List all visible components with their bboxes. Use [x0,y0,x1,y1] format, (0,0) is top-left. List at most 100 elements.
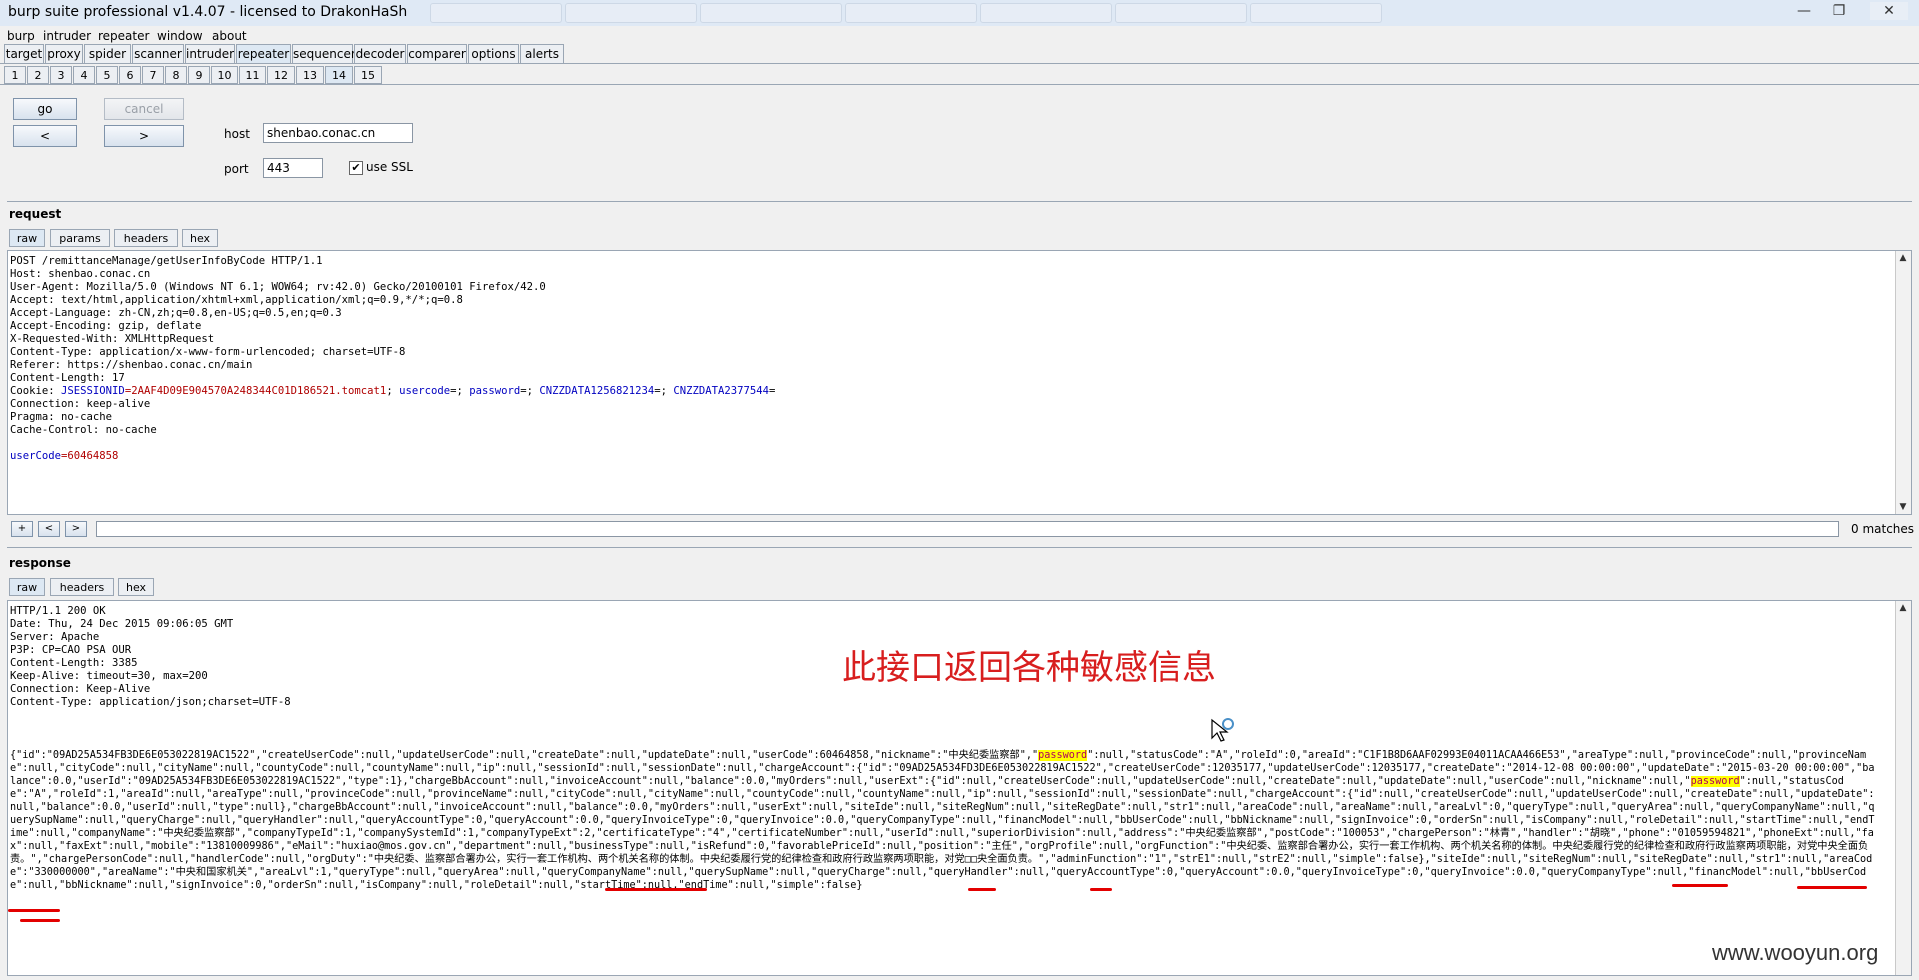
minimize-icon[interactable]: — [1790,2,1818,20]
cookie-value: =; [520,385,540,397]
request-text: POST /remittanceManage/getUserInfoByCode… [10,255,775,463]
response-line: Keep-Alive: timeout=30, max=200 [10,670,208,682]
request-tab-hex[interactable]: hex [182,229,218,247]
cookie-value: = [769,385,776,397]
request-body: userCode=60464858 [10,450,775,463]
response-line: Connection: Keep-Alive [10,683,151,695]
forward-button[interactable]: > [104,125,184,147]
redaction-mark [1672,884,1728,887]
request-tab-headers[interactable]: headers [114,229,178,247]
body-param-value: =60464858 [61,450,119,462]
redaction-mark [20,919,60,922]
response-body: {"id":"09AD25A534FB3DE6E053022819AC1522"… [10,749,1880,975]
repeater-tab-15[interactable]: 15 [354,66,382,84]
tab-alerts[interactable]: alerts [520,44,564,63]
tab-proxy[interactable]: proxy [45,44,83,63]
tab-repeater[interactable]: repeater [236,44,291,63]
response-scrollbar[interactable]: ▲ [1895,601,1911,975]
scroll-up-icon[interactable]: ▲ [1896,601,1910,615]
tab-divider [0,63,1919,64]
repeater-tab-9[interactable]: 9 [188,66,210,84]
tab-sequencer[interactable]: sequencer [292,44,356,63]
port-input[interactable]: 443 [263,158,323,178]
response-line: Date: Thu, 24 Dec 2015 09:06:05 GMT [10,618,234,630]
cookie-value: =; [450,385,470,397]
host-input[interactable]: shenbao.conac.cn [263,123,413,143]
request-editor[interactable]: POST /remittanceManage/getUserInfoByCode… [7,250,1912,515]
request-tab-raw[interactable]: raw [9,229,45,247]
request-line: Content-Type: application/x-www-form-url… [10,346,406,358]
search-prev-button[interactable]: < [38,521,60,537]
request-line: User-Agent: Mozilla/5.0 (Windows NT 6.1;… [10,281,546,293]
repeater-tab-3[interactable]: 3 [50,66,72,84]
request-line: Connection: keep-alive [10,398,151,410]
search-add-button[interactable]: + [11,521,33,537]
repeater-tab-6[interactable]: 6 [119,66,141,84]
repeater-tab-5[interactable]: 5 [96,66,118,84]
tab-intruder[interactable]: intruder [185,44,235,63]
search-match-count: 0 matches [1851,522,1915,536]
scroll-up-icon[interactable]: ▲ [1896,251,1910,265]
request-scrollbar[interactable]: ▲ ▼ [1895,251,1911,514]
close-icon[interactable]: ✕ [1870,2,1908,20]
request-line: Host: shenbao.conac.cn [10,268,151,280]
go-button[interactable]: go [13,98,77,120]
repeater-tab-7[interactable]: 7 [142,66,164,84]
background-browser-tab [430,3,562,23]
response-headers-text: HTTP/1.1 200 OK Date: Thu, 24 Dec 2015 09… [10,605,291,709]
tab-scanner[interactable]: scanner [132,44,184,63]
background-browser-tab [980,3,1112,23]
response-line: Content-Type: application/json;charset=U… [10,696,291,708]
tab-options[interactable]: options [468,44,519,63]
request-tab-params[interactable]: params [50,229,110,247]
search-next-button[interactable]: > [65,521,87,537]
cancel-button[interactable]: cancel [104,98,184,120]
back-button[interactable]: < [13,125,77,147]
request-line: Cache-Control: no-cache [10,424,157,436]
cookie-name: CNZZDATA1256821234 [539,385,655,397]
host-label: host [224,127,250,141]
response-tab-hex[interactable]: hex [118,578,154,596]
cookie-name: password [469,385,521,397]
menu-about[interactable]: about [212,29,247,43]
search-input[interactable] [96,521,1839,537]
response-tab-raw[interactable]: raw [9,578,45,596]
menu-window[interactable]: window [157,29,203,43]
scroll-down-icon[interactable]: ▼ [1896,500,1910,514]
tab-comparer[interactable]: comparer [407,44,467,63]
menu-intruder[interactable]: intruder [43,29,91,43]
cookie-prefix: Cookie: [10,385,62,397]
maximize-icon[interactable]: ❐ [1825,2,1853,20]
tab-decoder[interactable]: decoder [354,44,406,63]
request-line: X-Requested-With: XMLHttpRequest [10,333,215,345]
tab-target[interactable]: target [4,44,44,63]
repeater-tab-13[interactable]: 13 [296,66,324,84]
response-tab-headers[interactable]: headers [50,578,114,596]
repeater-tab-1[interactable]: 1 [4,66,26,84]
window-title: burp suite professional v1.4.07 - licens… [8,4,408,20]
repeater-tab-4[interactable]: 4 [73,66,95,84]
repeater-tab-14[interactable]: 14 [325,66,353,84]
repeater-tab-10[interactable]: 10 [211,66,238,84]
request-line: Pragma: no-cache [10,411,113,423]
annotation-text: 此接口返回各种敏感信息 [842,648,1216,688]
response-line: P3P: CP=CAO PSA OUR [10,644,132,656]
menu-repeater[interactable]: repeater [98,29,149,43]
repeater-tab-11[interactable]: 11 [239,66,266,84]
cookie-name: usercode [399,385,451,397]
request-divider [7,201,1912,202]
repeater-tab-8[interactable]: 8 [165,66,187,84]
use-ssl-checkbox[interactable]: ✔ [349,161,363,175]
redaction-mark [1090,888,1112,891]
cookie-separator: ; [386,385,400,397]
repeater-tab-2[interactable]: 2 [27,66,49,84]
redaction-mark [1797,886,1867,889]
menu-burp[interactable]: burp [7,29,35,43]
tab-spider[interactable]: spider [84,44,131,63]
repeater-tab-12[interactable]: 12 [267,66,295,84]
json-segment: ":null,"statusCode":"A","roleId":1,"area… [10,776,1875,891]
watermark: www.wooyun.org [1712,940,1879,965]
cookie-name: JSESSIONID [61,385,125,397]
use-ssl-label: use SSL [366,160,413,174]
background-browser-tab [565,3,697,23]
